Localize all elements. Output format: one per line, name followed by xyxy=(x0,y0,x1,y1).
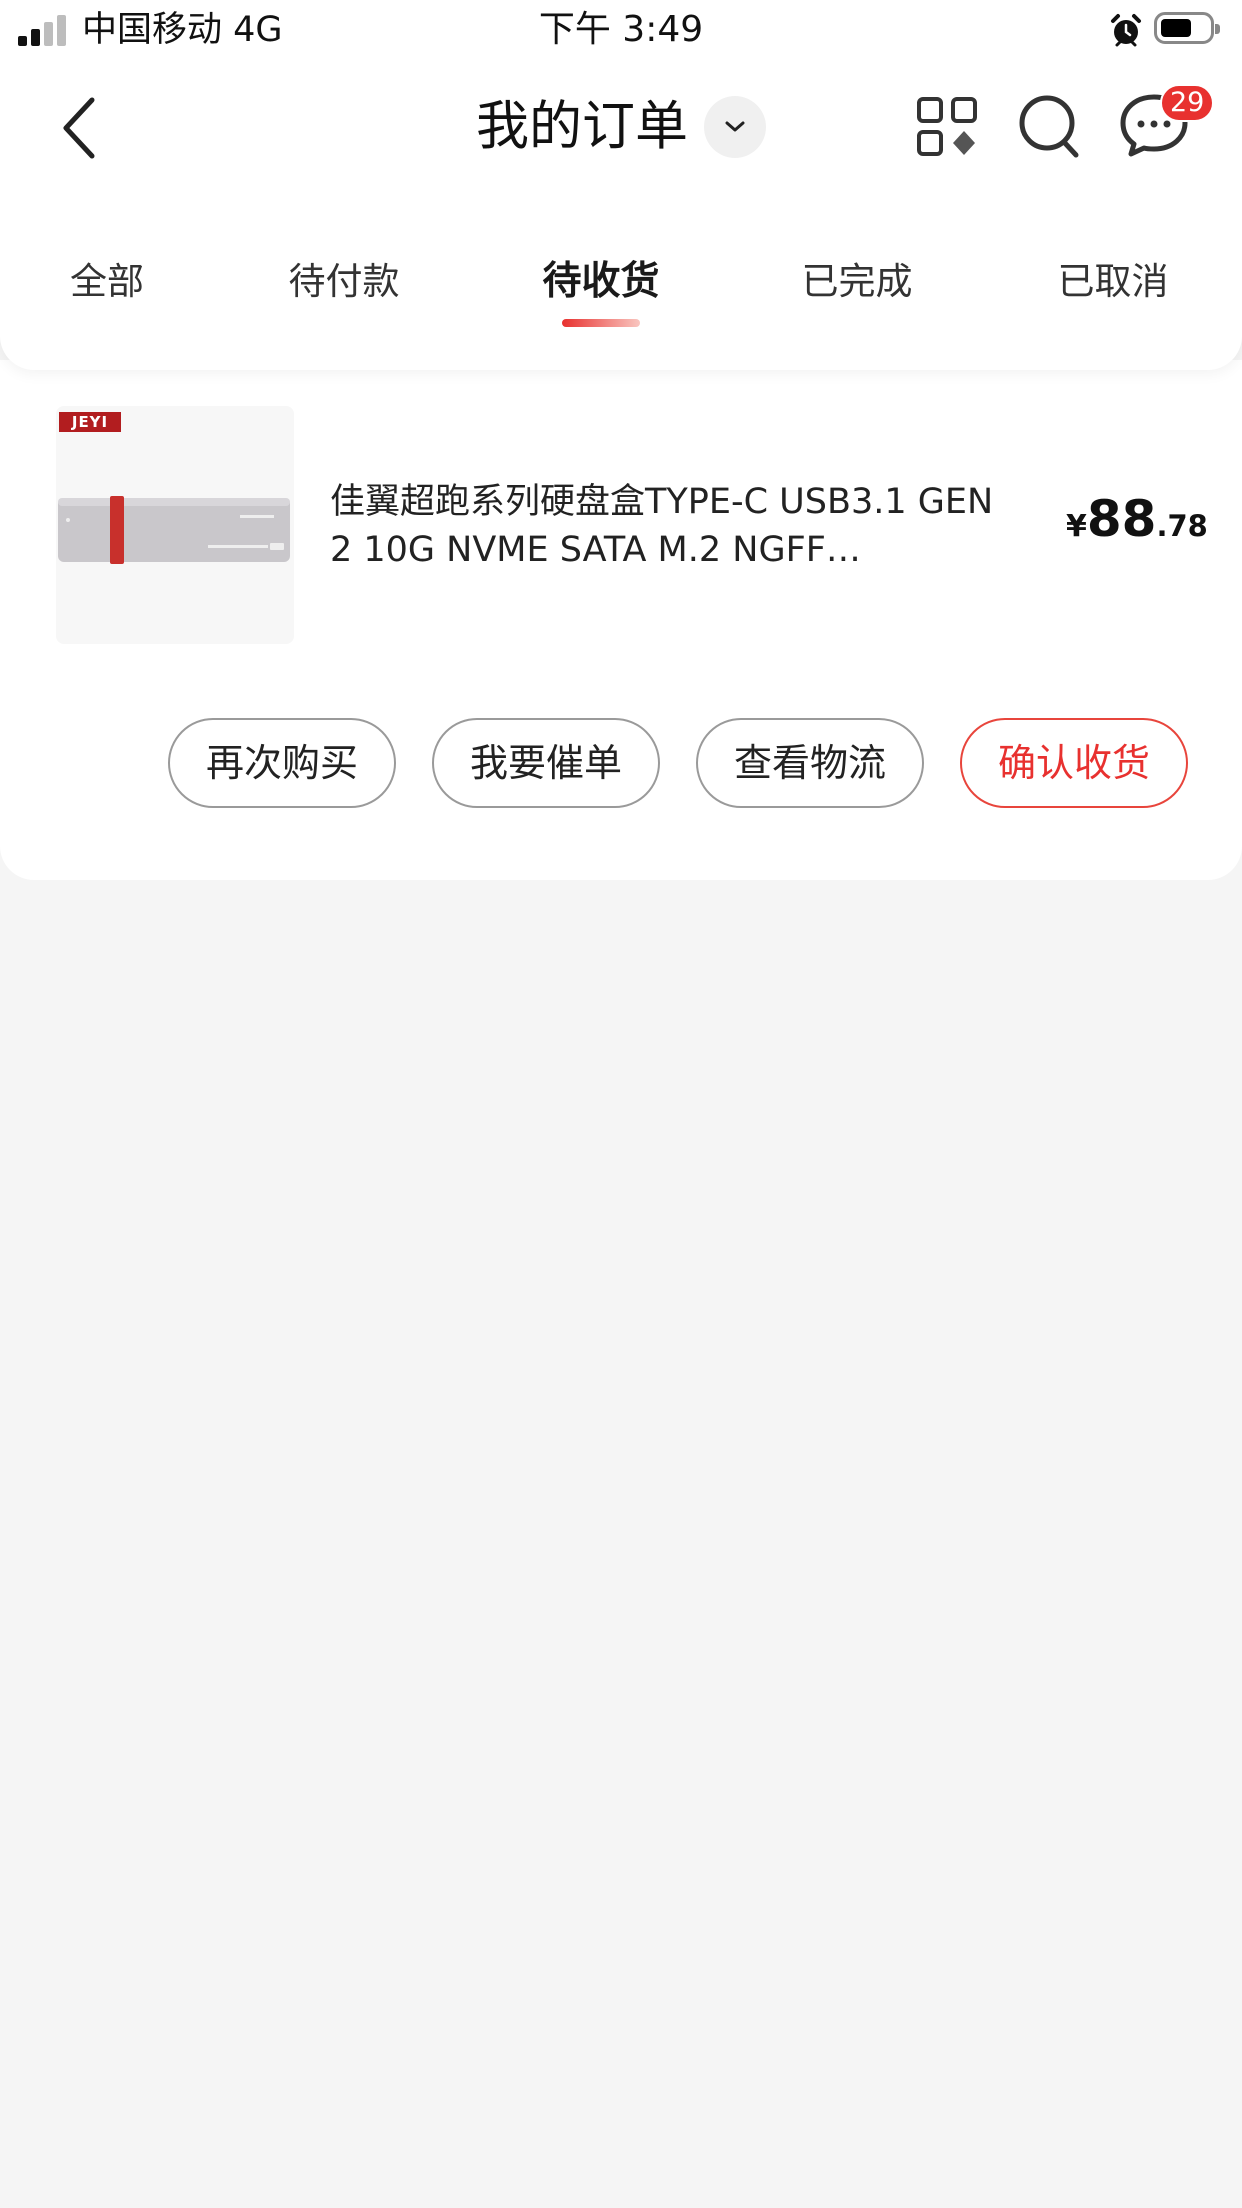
product-name[interactable]: 佳翼超跑系列硬盘盒TYPE-C USB3.1 GEN2 10G NVME SAT… xyxy=(330,478,1010,574)
buy-again-button[interactable]: 再次购买 xyxy=(168,718,396,808)
back-chevron-icon[interactable] xyxy=(54,92,110,164)
tab-cancelled[interactable]: 已取消 xyxy=(1058,252,1169,312)
battery-icon xyxy=(1154,12,1220,44)
alarm-icon xyxy=(1111,14,1141,47)
search-icon[interactable] xyxy=(1016,92,1084,160)
price-integer: 88 xyxy=(1086,490,1157,548)
active-tab-indicator xyxy=(562,319,640,327)
order-card: JEYI 佳翼超跑系列硬盘盒TYPE-C USB3.1 GEN2 10G NVM… xyxy=(0,360,1242,880)
price-currency: ¥ xyxy=(1066,509,1087,544)
header-panel: 中国移动 4G 下午 3:49 我的订单 29 全部 待付款 待收货 已完成 已… xyxy=(0,0,1242,370)
view-logistics-button[interactable]: 查看物流 xyxy=(696,718,924,808)
tab-all[interactable]: 全部 xyxy=(70,252,144,312)
tab-pending-payment[interactable]: 待付款 xyxy=(289,252,400,312)
price-decimal: .78 xyxy=(1156,509,1208,543)
urge-order-button[interactable]: 我要催单 xyxy=(432,718,660,808)
message-badge: 29 xyxy=(1160,84,1215,122)
grid-apps-icon[interactable] xyxy=(916,96,980,158)
product-thumbnail[interactable]: JEYI xyxy=(56,406,294,644)
page-title[interactable]: 我的订单 xyxy=(476,92,688,162)
product-image xyxy=(58,496,290,564)
status-time: 下午 3:49 xyxy=(538,9,704,50)
tab-pending-receipt[interactable]: 待收货 xyxy=(542,252,659,312)
brand-tag: JEYI xyxy=(59,412,121,432)
title-dropdown-icon[interactable] xyxy=(704,96,766,158)
product-price: ¥88.78 xyxy=(1066,490,1208,548)
status-bar: 中国移动 4G 下午 3:49 xyxy=(0,0,1242,60)
tab-completed[interactable]: 已完成 xyxy=(802,252,913,312)
confirm-receipt-button[interactable]: 确认收货 xyxy=(960,718,1188,808)
